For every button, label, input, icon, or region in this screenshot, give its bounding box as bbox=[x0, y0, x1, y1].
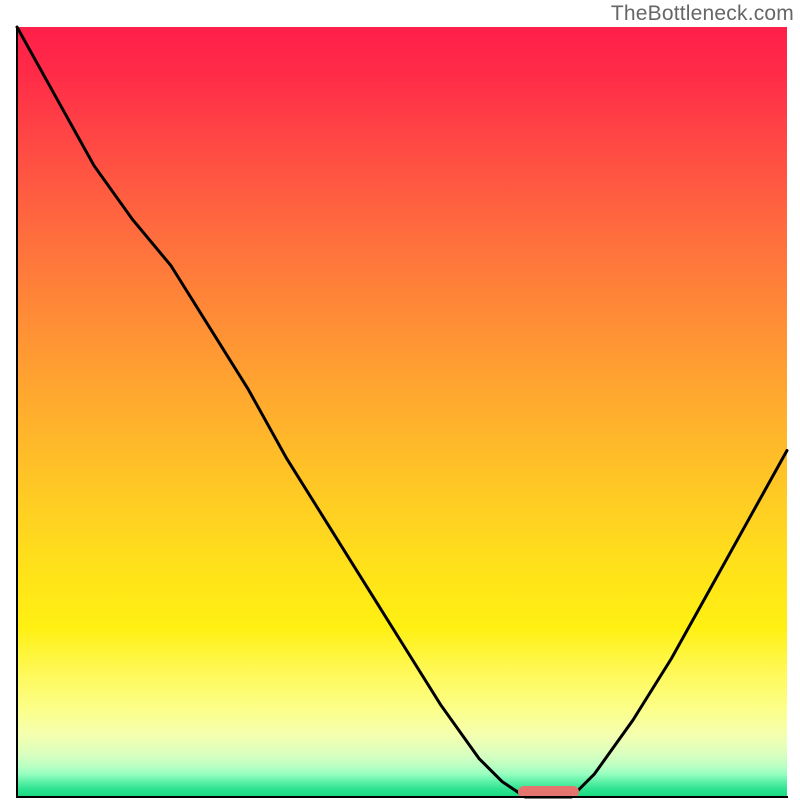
watermark-text: TheBottleneck.com bbox=[611, 2, 794, 26]
x-axis bbox=[16, 796, 788, 798]
bottleneck-curve bbox=[0, 0, 800, 800]
curve-line bbox=[17, 27, 787, 797]
y-axis bbox=[16, 27, 18, 798]
